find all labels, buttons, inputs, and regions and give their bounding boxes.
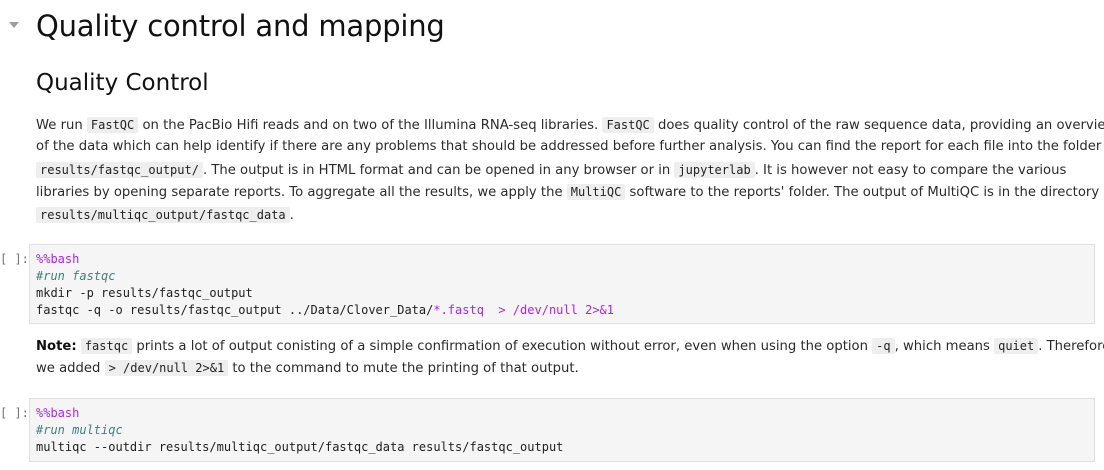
code-line: %%bash — [36, 252, 80, 266]
section-heading: Quality Control — [36, 70, 209, 96]
code-cell-multiqc[interactable]: %%bash #run multiqc multiqc --outdir res… — [29, 398, 1095, 462]
page-title: Quality control and mapping — [36, 9, 445, 43]
inline-code: MultiQC — [566, 184, 626, 200]
inline-code: -q — [872, 338, 895, 354]
code-line: multiqc --outdir results/multiqc_output/… — [36, 440, 564, 454]
code-line: #run multiqc — [36, 423, 123, 437]
note-line-2: we added > /dev/null 2>&1 to the command… — [36, 360, 579, 376]
collapse-caret-icon[interactable] — [9, 22, 19, 28]
note-line-1: Note: fastqc prints a lot of output coni… — [36, 338, 1104, 354]
para-line-1: We run FastQC on the PacBio Hifi reads a… — [36, 117, 1104, 133]
cell-prompt: [ ]: — [0, 252, 29, 266]
para-line-3: results/fastqc_output/. The output is in… — [36, 159, 1088, 182]
inline-code: FastQC — [602, 117, 654, 133]
para-line-5: results/multiqc_output/fastqc_data. — [36, 204, 1088, 227]
inline-code: results/fastqc_output/ — [36, 162, 203, 178]
para-line-2: of the data which can help identify if t… — [36, 139, 1102, 154]
inline-code: fastqc — [80, 338, 133, 354]
cell-prompt: [ ]: — [0, 406, 29, 420]
code-cell-fastqc[interactable]: %%bash #run fastqc mkdir -p results/fast… — [29, 244, 1095, 324]
code-line: %%bash — [36, 406, 80, 420]
para-line-4: libraries by opening separate reports. T… — [36, 184, 1100, 200]
code-line: #run fastqc — [36, 269, 116, 283]
inline-code: results/multiqc_output/fastqc_data — [36, 207, 290, 223]
code-line: mkdir -p results/fastqc_output — [36, 286, 253, 300]
inline-code: jupyterlab — [674, 162, 755, 178]
inline-code: FastQC — [86, 117, 139, 133]
inline-code: quiet — [994, 338, 1039, 354]
inline-code: > /dev/null 2>&1 — [104, 360, 229, 376]
code-line: fastqc -q -o results/fastqc_output ../Da… — [36, 303, 614, 317]
